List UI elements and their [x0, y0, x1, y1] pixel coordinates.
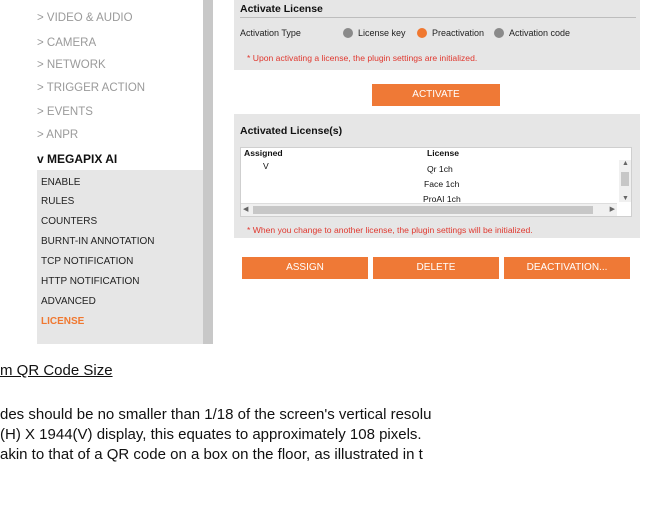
table-row-license[interactable]: ProAI 1ch: [423, 194, 461, 202]
table-row-license[interactable]: Qr 1ch: [427, 164, 453, 174]
sidebar-item-video-audio[interactable]: > VIDEO & AUDIO: [37, 12, 133, 24]
radio-license-key-label: License key: [358, 28, 406, 38]
scroll-right-icon[interactable]: ▶: [610, 205, 615, 213]
radio-activation-code[interactable]: [494, 28, 504, 38]
activate-warning: * Upon activating a license, the plugin …: [247, 53, 478, 63]
table-row-assigned[interactable]: V: [263, 161, 269, 171]
radio-preactivation-label: Preactivation: [432, 28, 485, 38]
submenu-license[interactable]: LICENSE: [41, 316, 84, 327]
activated-licenses-title: Activated License(s): [240, 125, 343, 137]
license-change-warning: * When you change to another license, th…: [247, 225, 533, 235]
license-table: Assigned License V Qr 1ch Face 1ch ProAI…: [240, 147, 632, 217]
sidebar-item-events[interactable]: > EVENTS: [37, 106, 93, 118]
radio-activation-code-label: Activation code: [509, 28, 571, 38]
section-heading: m QR Code Size: [0, 362, 113, 379]
submenu-counters[interactable]: COUNTERS: [41, 216, 97, 227]
body-text-line: akin to that of a QR code on a box on th…: [0, 446, 423, 463]
scroll-down-icon[interactable]: ▼: [622, 195, 629, 202]
column-header-assigned: Assigned: [244, 148, 283, 158]
sidebar-submenu: ENABLE RULES COUNTERS BURNT-IN ANNOTATIO…: [37, 170, 203, 344]
activate-license-panel: Activate License Activation Type License…: [234, 0, 640, 70]
scroll-up-icon[interactable]: ▲: [622, 160, 629, 167]
sidebar-item-network[interactable]: > NETWORK: [37, 59, 106, 71]
sidebar-item-megapix-ai[interactable]: v MEGAPIX AI: [37, 152, 117, 166]
activate-license-title: Activate License: [240, 3, 323, 15]
table-horizontal-scrollbar[interactable]: ◀ ▶: [241, 203, 617, 216]
body-text-line: (H) X 1944(V) display, this equates to a…: [0, 426, 422, 443]
submenu-rules[interactable]: RULES: [41, 196, 74, 207]
body-text-line: des should be no smaller than 1/18 of th…: [0, 406, 432, 423]
scroll-thumb[interactable]: [621, 172, 629, 186]
screenshot: > VIDEO & AUDIO > CAMERA > NETWORK > TRI…: [0, 0, 648, 344]
scroll-left-icon[interactable]: ◀: [243, 205, 248, 213]
radio-preactivation[interactable]: [417, 28, 427, 38]
sidebar-scrollbar[interactable]: [203, 0, 213, 344]
sidebar-item-camera[interactable]: > CAMERA: [37, 37, 96, 49]
deactivation-button[interactable]: DEACTIVATION...: [504, 257, 630, 279]
submenu-http-notification[interactable]: HTTP NOTIFICATION: [41, 276, 140, 287]
table-vertical-scrollbar[interactable]: ▲ ▼: [619, 160, 631, 202]
activate-button[interactable]: ACTIVATE: [372, 84, 500, 106]
radio-license-key[interactable]: [343, 28, 353, 38]
submenu-advanced[interactable]: ADVANCED: [41, 296, 96, 307]
submenu-enable[interactable]: ENABLE: [41, 177, 80, 188]
sidebar-item-trigger-action[interactable]: > TRIGGER ACTION: [37, 82, 145, 94]
assign-button[interactable]: ASSIGN: [242, 257, 368, 279]
column-header-license: License: [427, 148, 460, 158]
scroll-thumb[interactable]: [253, 206, 593, 214]
panel-divider: [240, 17, 636, 18]
submenu-burnt-in-annotation[interactable]: BURNT-IN ANNOTATION: [41, 236, 155, 247]
table-row-license[interactable]: Face 1ch: [424, 179, 459, 189]
submenu-tcp-notification[interactable]: TCP NOTIFICATION: [41, 256, 133, 267]
sidebar: > VIDEO & AUDIO > CAMERA > NETWORK > TRI…: [0, 0, 203, 344]
delete-button[interactable]: DELETE: [373, 257, 499, 279]
sidebar-item-anpr[interactable]: > ANPR: [37, 129, 78, 141]
activation-type-label: Activation Type: [240, 28, 301, 38]
